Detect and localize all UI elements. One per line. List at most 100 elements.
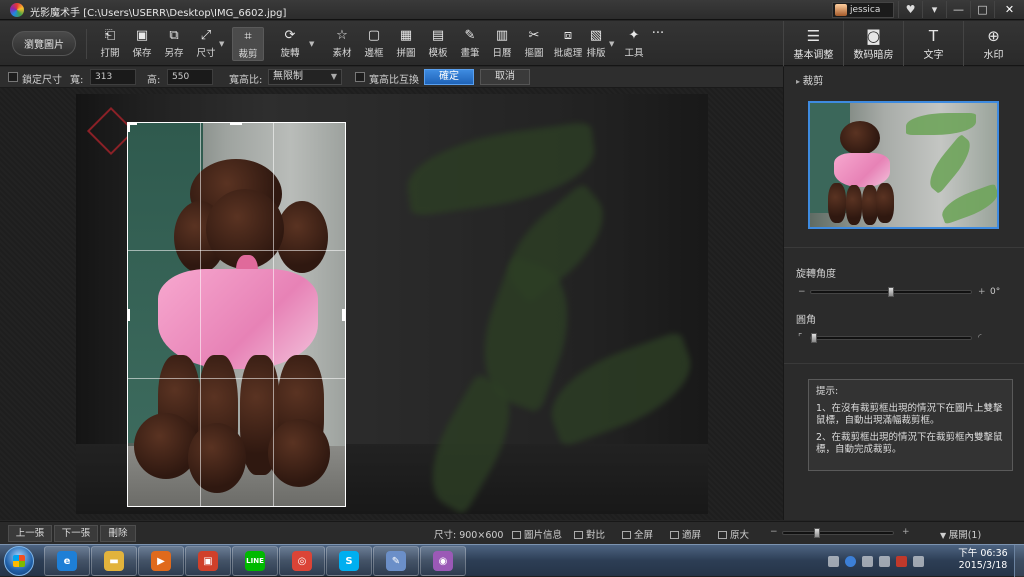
layout-dropdown-arrow[interactable]: ▼ <box>609 40 614 48</box>
keyboard-icon[interactable] <box>828 555 839 567</box>
crop-panel: ▸ 裁剪 旋轉角度 − + 0° 圓角 ⌜ ◜ 提示: 1、在沒有裁剪框出現的情… <box>783 67 1024 520</box>
tool-border[interactable]: ▢ 邊框 <box>358 27 390 61</box>
favorite-button[interactable]: ♥ <box>898 1 922 18</box>
browse-images-button[interactable]: 瀏覽圖片 <box>12 31 76 56</box>
rotate-angle-slider[interactable] <box>810 287 972 297</box>
taskbar-app-folder[interactable]: ▬ <box>91 546 137 576</box>
tool-label: 旋轉 <box>280 48 300 59</box>
tool-template[interactable]: ▤ 模板 <box>422 27 454 61</box>
previous-image-button[interactable]: 上一張 <box>8 525 52 542</box>
tool-label: 尺寸 <box>196 48 216 59</box>
zoom-slider[interactable] <box>782 528 894 538</box>
crop-frame[interactable] <box>127 122 346 507</box>
resize-dropdown-arrow[interactable]: ▼ <box>219 40 224 48</box>
security-icon[interactable] <box>896 555 907 567</box>
taskbar-app-paint[interactable]: ✎ <box>373 546 419 576</box>
taskbar-app-gadget[interactable]: ▣ <box>185 546 231 576</box>
media-player-icon: ▶ <box>151 551 171 571</box>
image-info-button[interactable]: 圖片信息 <box>512 527 562 541</box>
crop-handle-right[interactable] <box>342 309 345 321</box>
width-input[interactable]: 313 <box>90 69 136 85</box>
tool-material[interactable]: ☆ 素材 <box>326 27 358 61</box>
crop-handle-top-left[interactable] <box>128 123 130 132</box>
taskbar-app-media-player[interactable]: ▶ <box>138 546 184 576</box>
taskbar-app-photo-app[interactable]: ◉ <box>420 546 466 576</box>
panel-divider <box>784 363 1024 364</box>
tool-label: 保存 <box>132 48 152 59</box>
rotate-slider-handle[interactable] <box>888 287 894 297</box>
corner-slider-handle[interactable] <box>811 333 817 343</box>
fit-screen-button[interactable]: 適屏 <box>670 527 701 541</box>
tab-text[interactable]: T 文字 <box>903 21 963 66</box>
crop-grid-line <box>273 123 274 506</box>
show-desktop-button[interactable] <box>1014 545 1024 577</box>
expand-filmstrip-button[interactable]: ▼ 展開(1) <box>940 527 981 541</box>
basic-adjust-icon: ☰ <box>806 27 821 45</box>
tool-label: 工具 <box>624 48 644 59</box>
rotate-icon: ⟳ <box>284 28 296 43</box>
original-size-button[interactable]: 原大 <box>718 527 749 541</box>
zoom-in-icon[interactable]: + <box>902 527 910 537</box>
crop-handle-left[interactable] <box>128 309 130 321</box>
navigator-thumbnail[interactable] <box>808 101 999 229</box>
tools-icon: ✦ <box>628 28 640 43</box>
tool-collage[interactable]: ▦ 拼圖 <box>390 27 422 61</box>
swap-ratio-checkbox[interactable] <box>355 72 365 82</box>
tool-cutout[interactable]: ✂ 摳圖 <box>518 27 550 61</box>
crop-handle-top[interactable] <box>230 123 242 125</box>
chevron-right-icon: ▸ <box>796 77 803 86</box>
tool-brush[interactable]: ✎ 畫筆 <box>454 27 486 61</box>
image-canvas[interactable] <box>0 88 783 520</box>
menu-dropdown-button[interactable]: ▾ <box>922 1 946 18</box>
tool-save[interactable]: ▣ 保存 <box>126 27 158 61</box>
tool-resize[interactable]: ⤢ 尺寸 <box>190 27 222 61</box>
height-input[interactable]: 550 <box>167 69 213 85</box>
rounded-corner-slider[interactable] <box>810 333 972 343</box>
compare-button[interactable]: 對比 <box>574 527 605 541</box>
clock[interactable]: 下午 06:36 2015/3/18 <box>955 548 1011 572</box>
rotate-angle-value: 0° <box>990 287 1001 297</box>
user-account[interactable]: jessica <box>832 2 894 18</box>
confirm-crop-button[interactable]: 確定 <box>424 69 474 85</box>
taskbar-app-ie[interactable]: e <box>44 546 90 576</box>
ratio-select[interactable]: 無限制 ▼ <box>268 69 342 85</box>
zoom-slider-handle[interactable] <box>814 528 820 538</box>
cancel-crop-button[interactable]: 取消 <box>480 69 530 85</box>
close-button[interactable]: ✕ <box>994 1 1024 18</box>
zoom-out-icon[interactable]: − <box>770 527 778 537</box>
minimize-button[interactable]: — <box>946 1 970 18</box>
tab-darkroom[interactable]: ◙ 数码暗房 <box>843 21 903 66</box>
paint-icon: ✎ <box>386 551 406 571</box>
tool-tools[interactable]: ✦ 工具 <box>618 27 650 61</box>
tool-open[interactable]: ⎗ 打開 <box>94 27 126 61</box>
title-bar: 光影魔术手 [C:\Users\USERR\Desktop\IMG_6602.j… <box>0 0 1024 20</box>
volume-icon[interactable] <box>879 555 890 567</box>
tab-basic-adjust[interactable]: ☰ 基本调整 <box>783 21 843 66</box>
next-image-button[interactable]: 下一張 <box>54 525 98 542</box>
more-tools-button[interactable]: ··· <box>648 25 668 59</box>
tab-watermark[interactable]: ⊕ 水印 <box>963 21 1023 66</box>
tool-calendar[interactable]: ▥ 日曆 <box>486 27 518 61</box>
signal-icon[interactable] <box>913 555 924 567</box>
fullscreen-button[interactable]: 全屏 <box>622 527 653 541</box>
network-icon[interactable] <box>862 555 873 567</box>
photo <box>76 94 708 514</box>
plus-icon[interactable]: + <box>978 287 986 297</box>
taskbar-app-skype[interactable]: S <box>326 546 372 576</box>
tool-save-as[interactable]: ⧉ 另存 <box>158 27 190 61</box>
tool-rotate[interactable]: ⟳ 旋轉 <box>274 27 306 61</box>
delete-image-button[interactable]: 刪除 <box>100 525 136 542</box>
maximize-button[interactable]: □ <box>970 1 994 18</box>
tool-layout[interactable]: ▧ 排版 <box>580 27 612 61</box>
minus-icon[interactable]: − <box>798 287 806 297</box>
rotate-dropdown-arrow[interactable]: ▼ <box>309 40 314 48</box>
ratio-label: 寬高比: <box>229 75 263 86</box>
start-button[interactable] <box>4 546 34 576</box>
tool-crop[interactable]: ⌗ 裁剪 <box>232 27 264 61</box>
text-icon: T <box>928 27 939 45</box>
lock-size-checkbox[interactable] <box>8 72 18 82</box>
taskbar-app-line[interactable]: LINE <box>232 546 278 576</box>
taskbar-app-chrome[interactable]: ◎ <box>279 546 325 576</box>
compare-icon <box>574 531 583 539</box>
help-icon[interactable] <box>845 555 856 567</box>
